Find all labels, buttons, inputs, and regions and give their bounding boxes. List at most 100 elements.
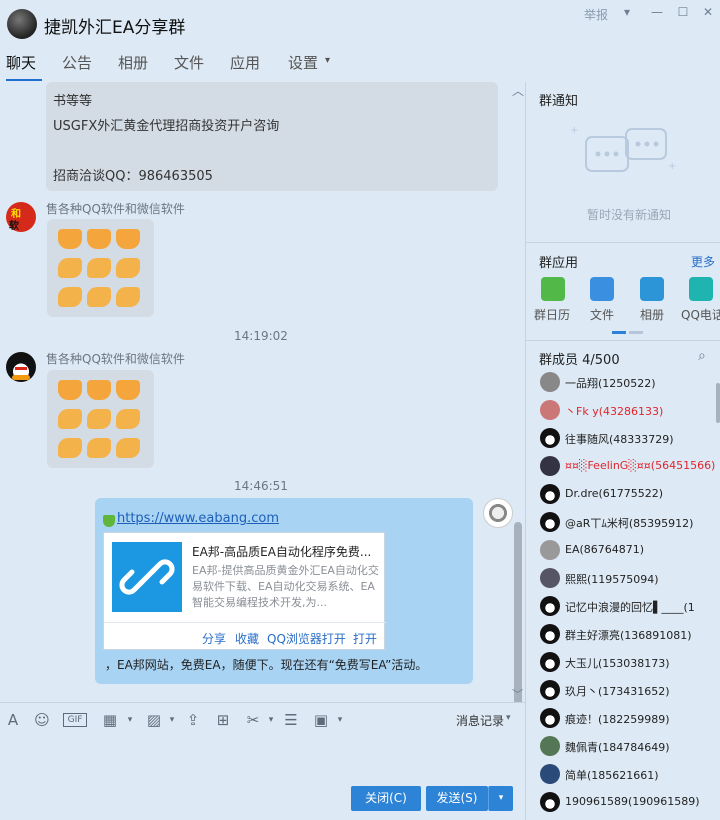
apps-page-indicator[interactable] [612, 331, 626, 334]
collapse-chevron-icon[interactable]: ︿ [512, 82, 524, 99]
chat-scrollbar[interactable] [514, 522, 522, 702]
member-name: 丶Fk y(43286133) [565, 405, 664, 418]
file-icon[interactable] [590, 277, 614, 301]
card-description: EA邦-提供高品质黄金外汇EA自动化交易软件下载、EA自动化交易系统、EA智能交… [192, 564, 379, 609]
app-label-album[interactable]: 相册 [640, 306, 664, 323]
scroll-down-chevron-icon[interactable]: ﹀ [512, 686, 523, 702]
apps-title: 群应用 [539, 256, 579, 271]
member-row[interactable]: EA(86764871) [540, 537, 715, 565]
member-row[interactable]: 丶Fk y(43286133) [540, 397, 715, 425]
self-avatar[interactable] [483, 498, 513, 528]
close-button[interactable]: 关闭(C) [351, 786, 421, 811]
dropdown-icon[interactable]: ▾ [620, 5, 634, 19]
side-panel: 群通知 + + 暂时没有新通知 群应用 更多 群日历 文件 相册 QQ电话 群成… [525, 82, 720, 820]
tab-settings[interactable]: 设置 [288, 52, 318, 73]
image-chevron-icon[interactable]: ▾ [163, 711, 181, 729]
member-avatar [540, 652, 560, 672]
tab-album[interactable]: 相册 [118, 52, 148, 73]
member-row[interactable]: Dr.dre(61775522) [540, 481, 715, 509]
calendar-icon[interactable] [541, 277, 565, 301]
close-icon[interactable]: ✕ [701, 5, 715, 19]
handshake-emoji [87, 409, 111, 432]
member-row[interactable]: 一品翔(1250522) [540, 369, 715, 397]
group-avatar[interactable] [7, 9, 37, 39]
apps-more-link[interactable]: 更多 [691, 253, 715, 270]
image-icon[interactable]: ▨ [145, 711, 163, 729]
member-name: 群主好漂亮(136891081) [565, 629, 692, 642]
member-row[interactable]: 痕迹！(182259989) [540, 705, 715, 733]
handshake-emoji [58, 409, 82, 432]
sender-avatar[interactable]: 和 软 [6, 202, 36, 232]
history-chevron-icon[interactable]: ▾ [506, 713, 511, 723]
send-options-chevron-icon[interactable]: ▾ [488, 786, 513, 811]
member-row[interactable]: 190961589(190961589) [540, 789, 715, 817]
send-button[interactable]: 发送(S) [426, 786, 488, 811]
upload-icon[interactable]: ⇪ [184, 711, 202, 729]
svg-text:+: + [570, 125, 578, 136]
clipboard-icon[interactable]: ☰ [282, 711, 300, 729]
app-label-calendar[interactable]: 群日历 [534, 306, 570, 323]
gif-icon[interactable]: GIF [63, 713, 87, 727]
member-name: @aR丅ﾑ米柯(85395912) [565, 517, 694, 530]
member-row[interactable]: 熙熙(119575094) [540, 565, 715, 593]
divider [526, 340, 720, 341]
handshake-emoji [87, 287, 111, 310]
phone-icon[interactable] [689, 277, 713, 301]
member-row[interactable]: 大玉儿(153038173) [540, 649, 715, 677]
member-row[interactable]: 玖月丶(173431652) [540, 677, 715, 705]
rock-hand-emoji [58, 380, 82, 403]
sender-name[interactable]: 售各种QQ软件和微信软件 [46, 350, 185, 367]
member-row[interactable]: @aR丅ﾑ米柯(85395912) [540, 509, 715, 537]
member-row[interactable]: 魏佩青(184784649) [540, 733, 715, 761]
font-icon[interactable]: A [4, 711, 22, 729]
member-row[interactable]: 往事随风(48333729) [540, 425, 715, 453]
scissors-icon[interactable]: ✂ [244, 711, 262, 729]
member-row[interactable]: 简单(185621661) [540, 761, 715, 789]
member-row[interactable]: 群主好漂亮(136891081) [540, 621, 715, 649]
member-row[interactable]: 记忆中浪漫的回忆▌____(1 [540, 593, 715, 621]
timestamp: 14:19:02 [234, 329, 288, 343]
member-name: 190961589(190961589) [565, 795, 700, 808]
video-chevron-icon[interactable]: ▾ [121, 711, 139, 729]
video-icon[interactable]: ▦ [101, 711, 119, 729]
sender-avatar[interactable] [6, 352, 36, 382]
apps-page-indicator[interactable] [629, 331, 643, 334]
gift-icon[interactable]: ⊞ [214, 711, 232, 729]
app-label-phone[interactable]: QQ电话 [681, 306, 720, 323]
tab-apps[interactable]: 应用 [230, 52, 260, 73]
open-in-browser-link[interactable]: QQ浏览器打开 [267, 630, 346, 647]
tab-announcement[interactable]: 公告 [62, 52, 92, 73]
message-bubble: 书等等 USGFX外汇黄金代理招商投资开户咨询 招商洽谈QQ：986463505 [46, 82, 498, 191]
album-icon[interactable] [640, 277, 664, 301]
member-name: 一品翔(1250522) [565, 377, 656, 390]
emoji-icon[interactable]: ☺ [33, 711, 51, 729]
chat-bubble-icon[interactable]: ▣ [312, 711, 330, 729]
tab-chat[interactable]: 聊天 [6, 52, 36, 73]
member-row[interactable]: ¤¤░FeelinG░¤¤(56451566) [540, 453, 715, 481]
history-button[interactable]: 消息记录 [456, 712, 504, 729]
share-link[interactable]: 分享 [202, 630, 226, 647]
message-text: ，EA邦网站，免费EA，随便下。现在还有“免费写EA”活动。 [105, 658, 428, 672]
rock-hand-emoji [87, 229, 111, 252]
favorite-link[interactable]: 收藏 [235, 630, 259, 647]
settings-chevron-icon[interactable]: ▾ [325, 55, 330, 66]
member-name: 简单(185621661) [565, 769, 659, 782]
scissors-chevron-icon[interactable]: ▾ [262, 711, 280, 729]
report-button[interactable]: 举报 [584, 6, 608, 23]
link-preview-card[interactable]: EA邦-高品质EA自动化程序免费... EA邦-提供高品质黄金外汇EA自动化交易… [103, 532, 386, 650]
maximize-icon[interactable]: ☐ [676, 5, 690, 19]
open-link[interactable]: 打开 [353, 630, 377, 647]
message-link[interactable]: https://www.eabang.com [117, 511, 279, 526]
app-label-file[interactable]: 文件 [590, 306, 614, 323]
message-line: USGFX外汇黄金代理招商投资开户咨询 [53, 119, 280, 134]
member-search-icon[interactable]: ⌕ [698, 348, 706, 364]
member-avatar [540, 484, 560, 504]
member-scrollbar[interactable] [716, 383, 720, 423]
tab-files[interactable]: 文件 [174, 52, 204, 73]
svg-text:+: + [668, 161, 676, 172]
minimize-icon[interactable]: — [650, 5, 664, 19]
message-input[interactable] [0, 736, 525, 786]
sender-name[interactable]: 售各种QQ软件和微信软件 [46, 200, 185, 217]
rock-hand-emoji [116, 229, 140, 252]
chat-chevron-icon[interactable]: ▾ [331, 711, 349, 729]
